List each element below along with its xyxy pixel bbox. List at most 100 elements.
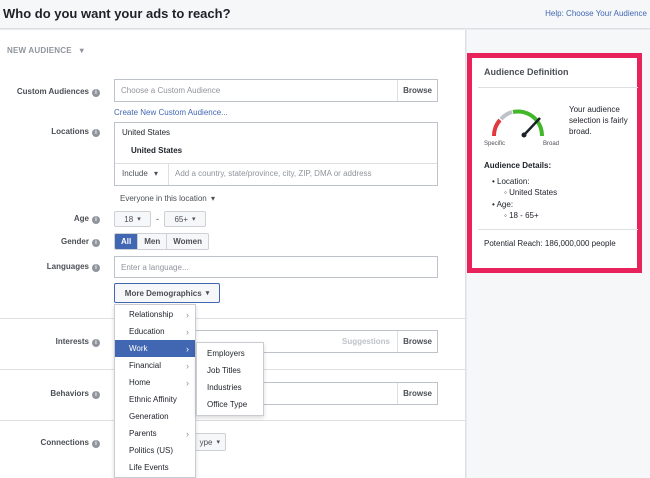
location-type-dropdown[interactable]: Everyone in this location ▾ (120, 194, 215, 203)
demographics-menu-item[interactable]: Generation (115, 408, 195, 425)
section-divider (0, 420, 466, 421)
menu-item-label: Financial (129, 361, 162, 370)
audience-gauge-icon (491, 109, 545, 138)
create-custom-audience-link[interactable]: Create New Custom Audience... (114, 108, 228, 117)
age-detail-label-text: Age: (496, 200, 514, 209)
demographics-menu-item[interactable]: Politics (US) (115, 442, 195, 459)
behaviors-browse-button[interactable]: Browse (397, 383, 437, 404)
work-submenu: Employers Job Titles Industries Office Type (196, 342, 264, 416)
demographics-menu-item[interactable]: Life Events (115, 459, 195, 476)
languages-label: Languages i (4, 262, 100, 272)
info-icon[interactable]: i (92, 129, 100, 137)
gauge-specific-label: Specific (484, 141, 506, 147)
age-detail-label: • Age: (492, 200, 514, 209)
include-label: Include (122, 169, 148, 178)
page-title: Who do you want your ads to reach? (3, 6, 231, 21)
browse-label: Browse (403, 337, 432, 346)
more-demographics-label: More Demographics (124, 288, 202, 298)
gender-label-text: Gender (60, 237, 89, 246)
section-divider (0, 318, 466, 319)
chevron-right-icon: › (186, 326, 189, 337)
info-icon[interactable]: i (92, 89, 100, 97)
interests-browse-button[interactable]: Browse (397, 331, 437, 352)
new-audience-dropdown[interactable]: NEW AUDIENCE ▾ (7, 46, 84, 55)
age-min-select[interactable]: 18 ▾ (114, 211, 151, 227)
caret-down-icon: ▾ (216, 439, 220, 446)
gauge-summary-text: Your audience selection is fairly broad. (569, 105, 628, 136)
location-detail-value: ◦ United States (504, 188, 558, 197)
locations-label-text: Locations (51, 127, 89, 136)
info-icon[interactable]: i (92, 216, 100, 224)
gauge-broad-label: Broad (543, 141, 560, 147)
demographics-menu: Relationship › Education › Work › Financial › Ho… (114, 304, 196, 478)
work-submenu-item[interactable]: Job Titles (197, 362, 263, 379)
menu-item-label: Politics (US) (129, 446, 174, 455)
demographics-menu-item[interactable]: Ethnic Affinity (115, 391, 195, 408)
menu-item-label: Parents (129, 429, 157, 438)
chevron-right-icon: › (186, 428, 189, 439)
age-label: Age i (4, 214, 100, 224)
divider (115, 163, 437, 164)
info-icon[interactable]: i (92, 339, 100, 347)
connections-label-text: Connections (40, 438, 89, 447)
connection-type-label: ype (199, 437, 213, 447)
audience-definition-title: Audience Definition (484, 67, 569, 77)
work-submenu-item[interactable]: Employers (197, 345, 263, 362)
gender-segmented-control: All Men Women (114, 233, 209, 250)
more-demographics-button[interactable]: More Demographics ▾ (114, 283, 220, 303)
help-link[interactable]: Help: Choose Your Audience (545, 9, 647, 18)
caret-down-icon: ▾ (137, 216, 141, 223)
language-placeholder: Enter a language... (121, 262, 189, 272)
menu-item-label: Relationship (129, 310, 174, 319)
location-detail-label: • Location: (492, 177, 530, 186)
divider (478, 229, 638, 230)
caret-down-icon: ▾ (154, 169, 159, 178)
age-detail-value: ◦ 18 - 65+ (504, 211, 539, 220)
potential-reach: Potential Reach: 186,000,000 people (484, 239, 616, 248)
location-detail-value-text: United States (509, 188, 558, 197)
connections-label: Connections i (4, 438, 100, 448)
chevron-right-icon: › (186, 360, 189, 371)
custom-audience-browse-button[interactable]: Browse (397, 80, 437, 101)
suggestions-button[interactable]: Suggestions (342, 337, 390, 346)
gender-women-button[interactable]: Women (167, 234, 208, 249)
info-icon[interactable]: i (92, 391, 100, 399)
menu-item-label: Work (129, 344, 148, 353)
audience-definition-card: Audience Definition Specific Broad Your … (467, 53, 642, 273)
locations-label: Locations i (4, 127, 100, 137)
selected-location[interactable]: United States (131, 146, 182, 155)
location-type-label: Everyone in this location (120, 194, 207, 203)
menu-item-label: Ethnic Affinity (129, 395, 177, 404)
demographics-menu-item[interactable]: Parents › (115, 425, 195, 442)
info-icon[interactable]: i (92, 264, 100, 272)
language-input[interactable]: Enter a language... (114, 256, 438, 278)
gender-all-button[interactable]: All (115, 234, 139, 249)
include-dropdown[interactable]: Include ▾ (122, 169, 158, 178)
location-search-input[interactable]: Add a country, state/province, city, ZIP… (175, 169, 372, 178)
demographics-menu-item[interactable]: Home › (115, 374, 195, 391)
caret-down-icon: ▾ (210, 194, 215, 203)
work-submenu-item[interactable]: Industries (197, 379, 263, 396)
custom-audiences-label: Custom Audiences i (4, 87, 100, 97)
work-submenu-item[interactable]: Office Type (197, 396, 263, 413)
menu-item-label: Home (129, 378, 151, 387)
age-max-select[interactable]: 65+ ▾ (164, 211, 206, 227)
audience-details-title: Audience Details: (484, 161, 552, 170)
gender-men-button[interactable]: Men (138, 234, 168, 249)
demographics-menu-item[interactable]: Relationship › (115, 306, 195, 323)
behaviors-label-text: Behaviors (50, 389, 89, 398)
locations-box: United States United States Include ▾ Ad… (114, 122, 438, 186)
demographics-menu-item[interactable]: Financial › (115, 357, 195, 374)
custom-audience-placeholder: Choose a Custom Audience (121, 86, 221, 95)
info-icon[interactable]: i (92, 239, 100, 247)
demographics-menu-item[interactable]: Work › (115, 340, 195, 357)
browse-label: Browse (403, 389, 432, 398)
behaviors-label: Behaviors i (4, 389, 100, 399)
age-max-value: 65+ (174, 214, 189, 224)
menu-item-label: Generation (129, 412, 169, 421)
info-icon[interactable]: i (92, 440, 100, 448)
custom-audience-input[interactable]: Choose a Custom Audience Browse (114, 79, 438, 102)
menu-item-label: Life Events (129, 463, 169, 472)
demographics-menu-item[interactable]: Education › (115, 323, 195, 340)
custom-audiences-label-text: Custom Audiences (16, 87, 89, 96)
